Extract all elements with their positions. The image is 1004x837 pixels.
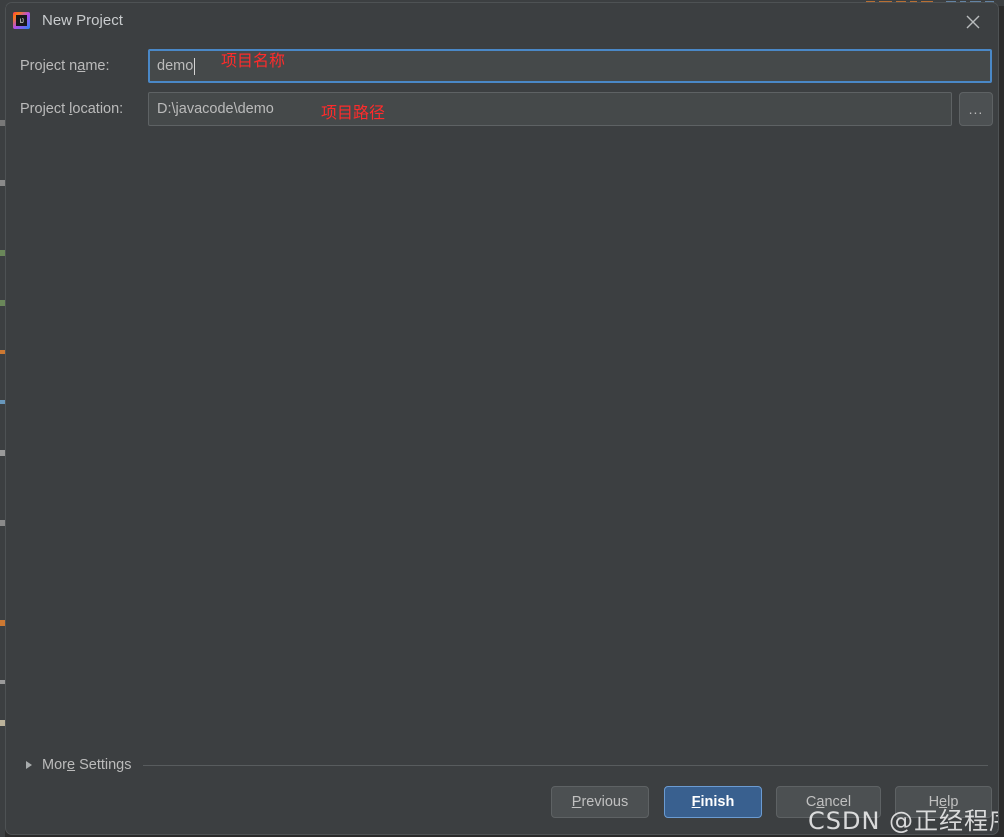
app-icon-text: IJ [19, 19, 24, 25]
previous-button[interactable]: Previous [551, 786, 649, 818]
browse-folder-button[interactable]: ... [959, 92, 993, 126]
project-location-label: Project location: [20, 101, 124, 117]
text-caret [194, 57, 196, 75]
project-name-row: Project name: demo [6, 49, 998, 83]
cancel-button[interactable]: Ca ncel [776, 786, 881, 818]
project-location-input-value: D:\javacode\demo [157, 101, 274, 117]
project-location-row: Project location: D:\javacode\demo ... [6, 92, 998, 126]
dialog-title-bar: IJ New Project [6, 3, 998, 40]
project-name-input[interactable]: demo [148, 49, 992, 83]
help-button[interactable]: He lp [895, 786, 992, 818]
project-location-input[interactable]: D:\javacode\demo [148, 92, 952, 126]
project-name-label: Project name: [20, 58, 110, 74]
more-settings-label: More Settings [42, 757, 132, 773]
project-name-input-value: demo [157, 58, 194, 74]
screen-root: IJ New Project Project name: demo Projec… [0, 0, 1004, 837]
dialog-button-bar: Previous Finish Ca ncel He lp [6, 772, 998, 834]
finish-button[interactable]: Finish [664, 786, 762, 818]
intellij-idea-icon: IJ [13, 12, 30, 29]
section-divider [143, 764, 988, 766]
new-project-dialog: IJ New Project Project name: demo Projec… [5, 2, 999, 835]
dialog-title: New Project [42, 12, 123, 29]
chevron-right-icon [26, 761, 32, 769]
close-icon[interactable] [958, 8, 988, 36]
